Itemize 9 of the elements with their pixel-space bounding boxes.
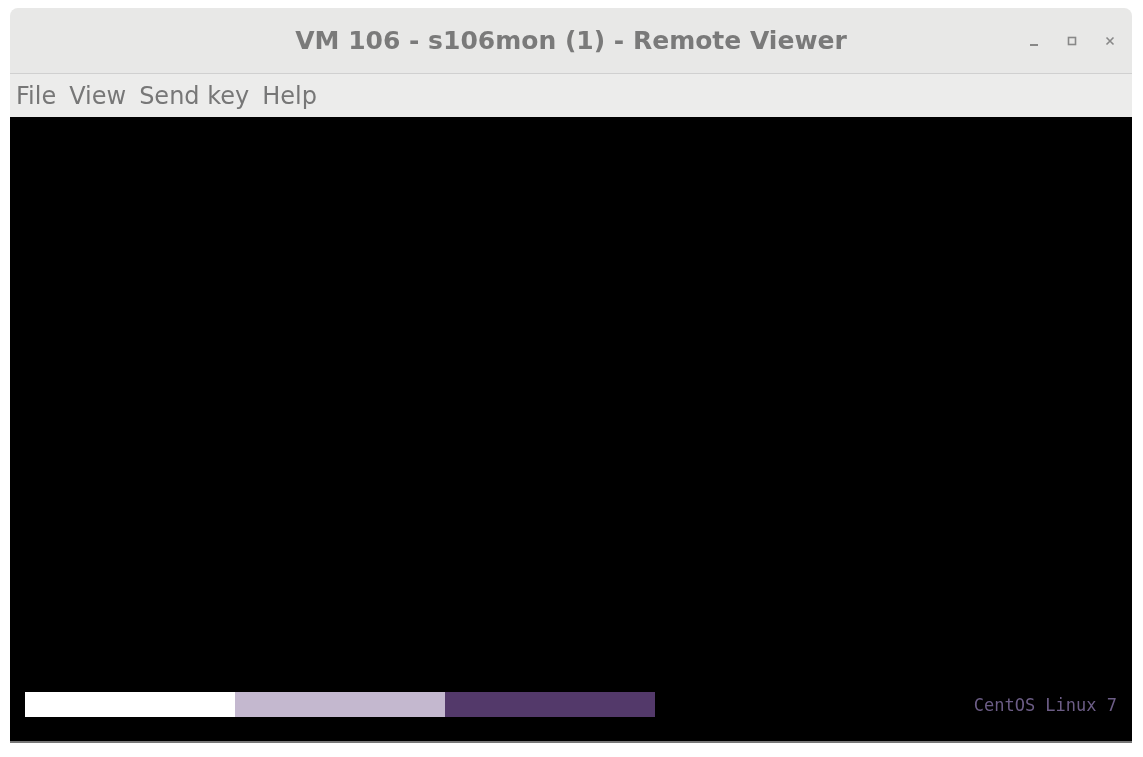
os-label: CentOS Linux 7 — [973, 694, 1117, 715]
menu-item[interactable]: File — [10, 81, 63, 110]
menu-item[interactable]: View — [63, 81, 133, 110]
maximize-icon — [1067, 36, 1077, 46]
menu-item[interactable]: Send key — [133, 81, 256, 110]
menu-item[interactable]: Help — [256, 81, 323, 110]
window-title: VM 106 - s106mon (1) - Remote Viewer — [295, 26, 847, 55]
close-icon — [1105, 36, 1115, 46]
minimize-icon — [1030, 44, 1038, 46]
